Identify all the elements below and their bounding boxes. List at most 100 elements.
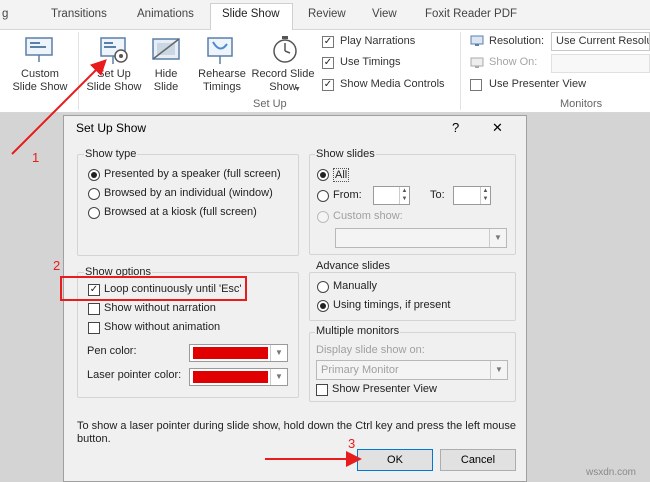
show-presenter-view-label: Show Presenter View: [332, 383, 437, 395]
monitor-icon: [470, 57, 484, 68]
resolution-value: Use Current Resolu: [556, 35, 650, 47]
show-presenter-view-checkbox[interactable]: [316, 384, 328, 396]
tab-slide-show[interactable]: Slide Show: [222, 8, 280, 20]
radio-custom-show[interactable]: [317, 211, 329, 223]
monitor-icon: [470, 35, 484, 46]
show-without-animation-label: Show without animation: [104, 321, 221, 333]
spinner-arrows-icon[interactable]: ▲ ▼: [480, 187, 490, 204]
chevron-down-icon: ▼: [490, 361, 507, 379]
record-slide-show-icon: [273, 36, 297, 63]
hide-slide-icon: [152, 38, 180, 60]
from-spinner[interactable]: ▲ ▼: [373, 186, 410, 205]
use-timings-checkbox[interactable]: ✓: [322, 57, 334, 69]
use-timings-label: Use Timings: [340, 56, 401, 68]
ribbon-separator: [460, 32, 461, 110]
browsed-at-kiosk-label: Browsed at a kiosk (full screen): [104, 206, 257, 218]
ribbon-tab-bar: g Transitions Animations Slide Show Revi…: [0, 0, 650, 31]
presented-by-speaker-label: Presented by a speaker (full screen): [104, 168, 281, 180]
pen-color-label: Pen color:: [87, 345, 137, 357]
rehearse-timings-label: Rehearse Timings: [198, 68, 246, 93]
radio-from[interactable]: [317, 190, 329, 202]
custom-slide-show-button[interactable]: Custom Slide Show: [2, 68, 78, 94]
radio-manually[interactable]: [317, 281, 329, 293]
custom-show-label: Custom show:: [333, 210, 403, 222]
monitor-select[interactable]: Primary Monitor ▼: [316, 360, 508, 380]
set-up-slide-show-icon: [100, 37, 128, 64]
pen-color-swatch: [193, 347, 268, 359]
rehearse-timings-icon: [207, 37, 233, 64]
chevron-down-icon: ▼: [270, 345, 287, 361]
using-timings-label: Using timings, if present: [333, 299, 451, 311]
show-on-label: Show On:: [489, 56, 538, 68]
chevron-down-icon[interactable]: ▼: [294, 86, 301, 93]
pen-color-picker[interactable]: ▼: [189, 344, 288, 362]
ok-button[interactable]: OK: [357, 449, 433, 471]
laser-color-swatch: [193, 371, 268, 383]
radio-browsed-at-kiosk[interactable]: [88, 207, 100, 219]
use-presenter-view-checkbox[interactable]: [470, 79, 482, 91]
annotation-1: 1: [32, 150, 40, 165]
show-slides-title: Show slides: [315, 148, 376, 160]
record-slide-show-button[interactable]: Record Slide Show: [250, 68, 316, 94]
laser-pointer-color-label: Laser pointer color:: [87, 369, 182, 381]
tab-review[interactable]: Review: [308, 8, 346, 20]
display-slide-show-on-label: Display slide show on:: [316, 344, 425, 356]
all-slides-label: All: [333, 168, 350, 182]
show-without-animation-checkbox[interactable]: [88, 322, 100, 334]
rehearse-timings-button[interactable]: Rehearse Timings: [194, 68, 250, 94]
radio-all-slides[interactable]: [317, 169, 329, 181]
tab-transitions[interactable]: Transitions: [51, 8, 107, 20]
radio-browsed-by-individual[interactable]: [88, 188, 100, 200]
ribbon: Custom Slide Show Set Up Slide Show Hide…: [0, 30, 650, 113]
setup-group-label: Set Up: [253, 98, 287, 110]
to-label: To:: [430, 189, 445, 201]
tab-animations[interactable]: Animations: [137, 8, 194, 20]
resolution-select[interactable]: Use Current Resolu: [551, 32, 650, 51]
dialog-title: Set Up Show: [76, 121, 147, 135]
chevron-down-icon: ▼: [270, 369, 287, 385]
radio-presented-by-speaker[interactable]: [88, 169, 100, 181]
hide-slide-label: Hide Slide: [153, 68, 179, 93]
resolution-label: Resolution:: [489, 35, 545, 47]
loop-highlight-box: [60, 276, 247, 301]
annotation-2: 2: [53, 258, 61, 273]
hide-slide-button[interactable]: Hide Slide: [146, 68, 186, 94]
advance-slides-title: Advance slides: [315, 260, 391, 272]
custom-slide-show-icon: [25, 37, 53, 62]
monitor-select-value: Primary Monitor: [321, 364, 399, 376]
chevron-down-icon: ▼: [489, 229, 506, 247]
from-label: From:: [333, 189, 362, 201]
custom-show-select[interactable]: ▼: [335, 228, 507, 248]
play-narrations-checkbox[interactable]: ✓: [322, 36, 334, 48]
show-on-select[interactable]: [551, 54, 650, 73]
monitors-group-label: Monitors: [560, 98, 603, 110]
to-spinner[interactable]: ▲ ▼: [453, 186, 491, 205]
watermark: wsxdn.com: [586, 467, 637, 478]
tab-partial[interactable]: g: [2, 8, 8, 20]
show-media-controls-checkbox[interactable]: ✓: [322, 79, 334, 91]
manually-label: Manually: [333, 280, 378, 292]
spinner-arrows-icon[interactable]: ▲ ▼: [399, 187, 409, 204]
set-up-slide-show-button[interactable]: Set Up Slide Show: [82, 68, 146, 94]
radio-using-timings[interactable]: [317, 300, 329, 312]
custom-slide-show-label: Custom Slide Show: [12, 68, 68, 93]
cancel-button[interactable]: Cancel: [440, 449, 516, 471]
tab-view[interactable]: View: [372, 8, 397, 20]
set-up-slide-show-label: Set Up Slide Show: [86, 68, 142, 93]
use-presenter-view-label: Use Presenter View: [489, 78, 587, 90]
play-narrations-label: Play Narrations: [340, 35, 416, 47]
ribbon-separator: [78, 32, 79, 110]
close-button[interactable]: ✕: [492, 120, 503, 136]
laser-pointer-color-picker[interactable]: ▼: [189, 368, 288, 386]
show-without-narration-label: Show without narration: [104, 302, 216, 314]
record-slide-show-label: Record Slide Show: [251, 68, 315, 93]
show-media-controls-label: Show Media Controls: [340, 78, 445, 90]
laser-pointer-hint: To show a laser pointer during slide sho…: [77, 420, 517, 445]
show-without-narration-checkbox[interactable]: [88, 303, 100, 315]
tab-foxit-reader-pdf[interactable]: Foxit Reader PDF: [425, 8, 517, 20]
show-type-title: Show type: [84, 148, 138, 160]
annotation-3: 3: [348, 436, 356, 451]
browsed-by-individual-label: Browsed by an individual (window): [104, 187, 273, 199]
help-button[interactable]: ?: [452, 120, 459, 135]
multiple-monitors-title: Multiple monitors: [315, 325, 401, 337]
